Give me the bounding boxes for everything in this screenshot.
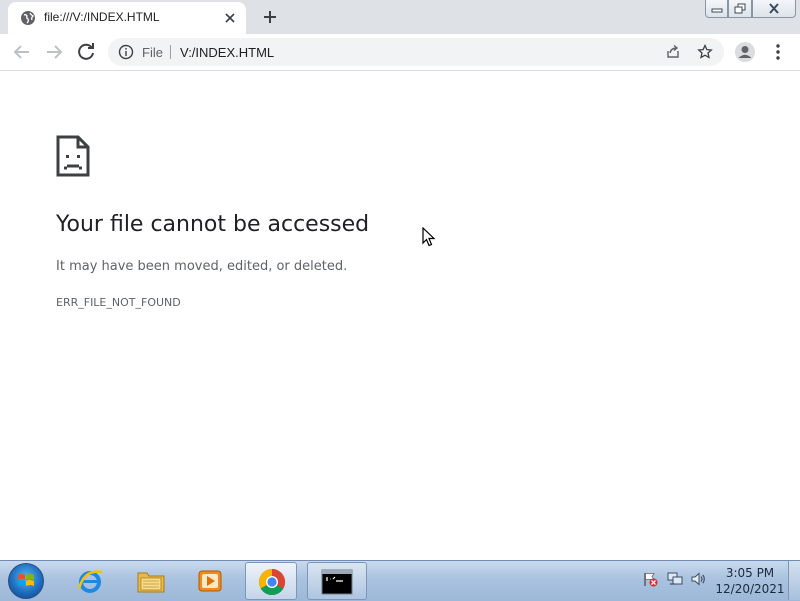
browser-toolbar: File V:/INDEX.HTML [0,34,800,71]
info-icon[interactable] [118,44,134,60]
tab-strip: file:///V:/INDEX.HTML [0,0,800,34]
address-bar[interactable]: File V:/INDEX.HTML [108,38,724,66]
tab-title: file:///V:/INDEX.HTML [44,10,160,24]
error-title: Your file cannot be accessed [56,212,370,237]
person-icon[interactable] [734,41,756,63]
reload-button[interactable] [74,40,98,64]
back-button[interactable] [10,40,34,64]
page-content: Your file cannot be accessed It may have… [0,71,800,560]
sad-file-icon [56,135,90,177]
taskbar-media-player[interactable] [184,562,236,600]
action-center-flag-icon[interactable] [642,571,658,587]
taskbar-command-prompt[interactable] [307,562,367,600]
chrome-icon [258,568,286,596]
file-explorer-icon [137,572,165,593]
mouse-cursor-icon [422,227,436,247]
windows-logo-icon [18,574,34,586]
taskbar-internet-explorer[interactable] [64,562,116,600]
globe-icon [21,11,35,25]
kebab-menu-icon[interactable] [770,42,786,62]
minimize-icon [711,8,722,13]
browser-tab[interactable]: file:///V:/INDEX.HTML [8,2,246,34]
close-window-button[interactable] [752,0,796,18]
command-prompt-icon [321,569,353,595]
media-player-icon [198,570,222,592]
clock-time: 3:05 PM [725,566,775,580]
show-desktop-button[interactable] [788,561,800,600]
close-icon [769,3,779,14]
start-button[interactable] [8,563,44,599]
internet-explorer-icon [77,570,103,593]
scheme-label: File [142,45,163,60]
clock-date: 12/20/2021 [715,582,785,596]
network-icon[interactable] [667,571,683,587]
taskbar-chrome[interactable] [245,562,297,600]
volume-icon[interactable] [690,571,706,587]
close-tab-icon[interactable] [222,10,238,26]
url-text[interactable]: V:/INDEX.HTML [180,45,274,60]
forward-button[interactable] [42,40,66,64]
error-description: It may have been moved, edited, or delet… [56,259,348,274]
taskbar-file-explorer[interactable] [124,562,176,600]
share-icon[interactable] [665,44,681,60]
error-code: ERR_FILE_NOT_FOUND [56,296,181,309]
new-tab-button[interactable] [258,5,282,29]
omnibox-separator [170,45,171,59]
star-icon[interactable] [697,44,713,60]
minimize-button[interactable] [705,0,728,18]
maximize-button[interactable] [728,0,752,18]
system-clock[interactable]: 3:05 PM 12/20/2021 [714,565,786,597]
maximize-icon [734,3,746,14]
